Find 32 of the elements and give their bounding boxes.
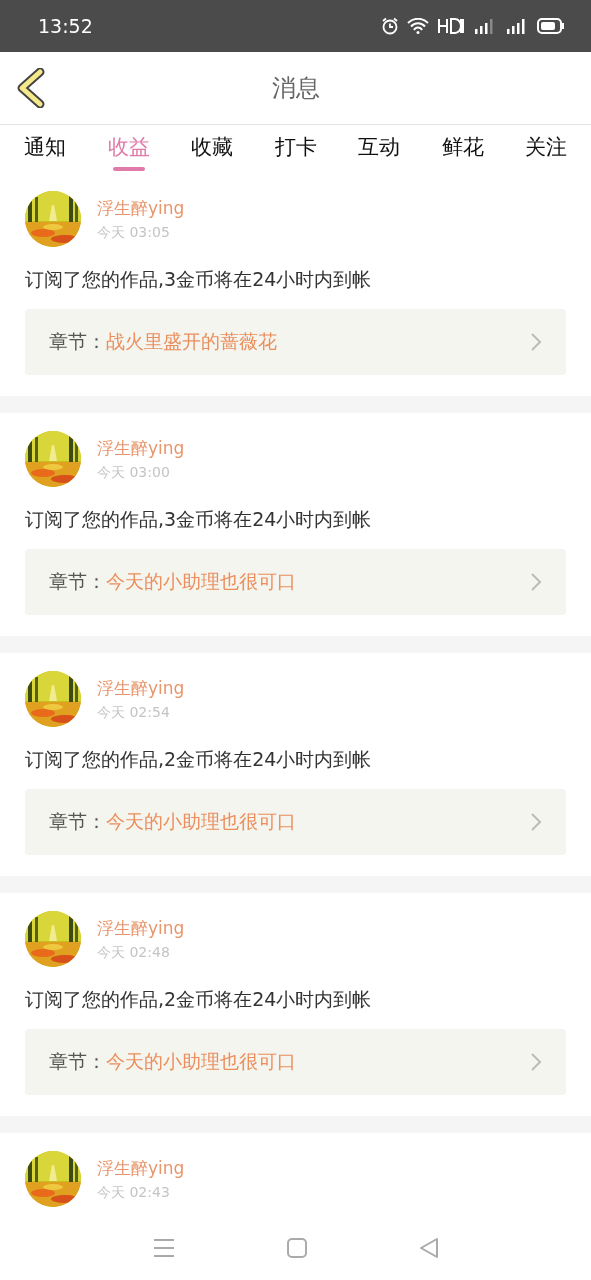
chevron-icon [530, 1052, 542, 1072]
tab[interactable]: 打卡 [262, 125, 329, 173]
chevron-icon [530, 332, 542, 352]
tab[interactable]: 鲜花 [429, 125, 496, 173]
chapter-link[interactable]: 章节：今天的小助理也很可口 [25, 1029, 566, 1095]
timestamp: 今天 03:00 [97, 464, 171, 482]
timestamp: 今天 02:43 [97, 1184, 171, 1202]
home-icon[interactable] [286, 1237, 307, 1258]
tab[interactable]: 通知 [12, 125, 78, 173]
timestamp: 今天 03:05 [97, 224, 171, 242]
message-text: 订阅了您的作品,3金币将在24小时内到帐 [25, 507, 373, 531]
alarm-icon [381, 17, 399, 35]
chevron-icon [530, 572, 542, 592]
battery-icon [537, 18, 565, 34]
hd-icon [437, 17, 465, 35]
message-text: 订阅了您的作品,2金币将在24小时内到帐 [25, 987, 373, 1011]
chapter-link[interactable]: 章节：今天的小助理也很可口 [25, 789, 566, 855]
chapter-link[interactable]: 章节：今天的小助理也很可口 [25, 549, 566, 615]
chapter-link[interactable]: 章节：战火里盛开的蔷薇花 [25, 309, 566, 375]
timestamp: 今天 02:54 [97, 704, 171, 722]
back-icon[interactable] [16, 68, 46, 108]
menu-icon[interactable] [152, 1237, 175, 1258]
tab[interactable]: 关注 [513, 125, 579, 173]
tab[interactable]: 收藏 [179, 125, 245, 173]
message-text: 订阅了您的作品,3金币将在24小时内到帐 [25, 267, 373, 291]
wifi-icon [407, 18, 429, 34]
message-text: 订阅了您的作品,2金币将在24小时内到帐 [25, 747, 373, 771]
chevron-icon [530, 812, 542, 832]
tab[interactable]: 互动 [346, 125, 412, 173]
page-title: 消息 [271, 73, 320, 104]
clock-time: 13:52 [38, 15, 93, 37]
timestamp: 今天 02:48 [97, 944, 171, 962]
